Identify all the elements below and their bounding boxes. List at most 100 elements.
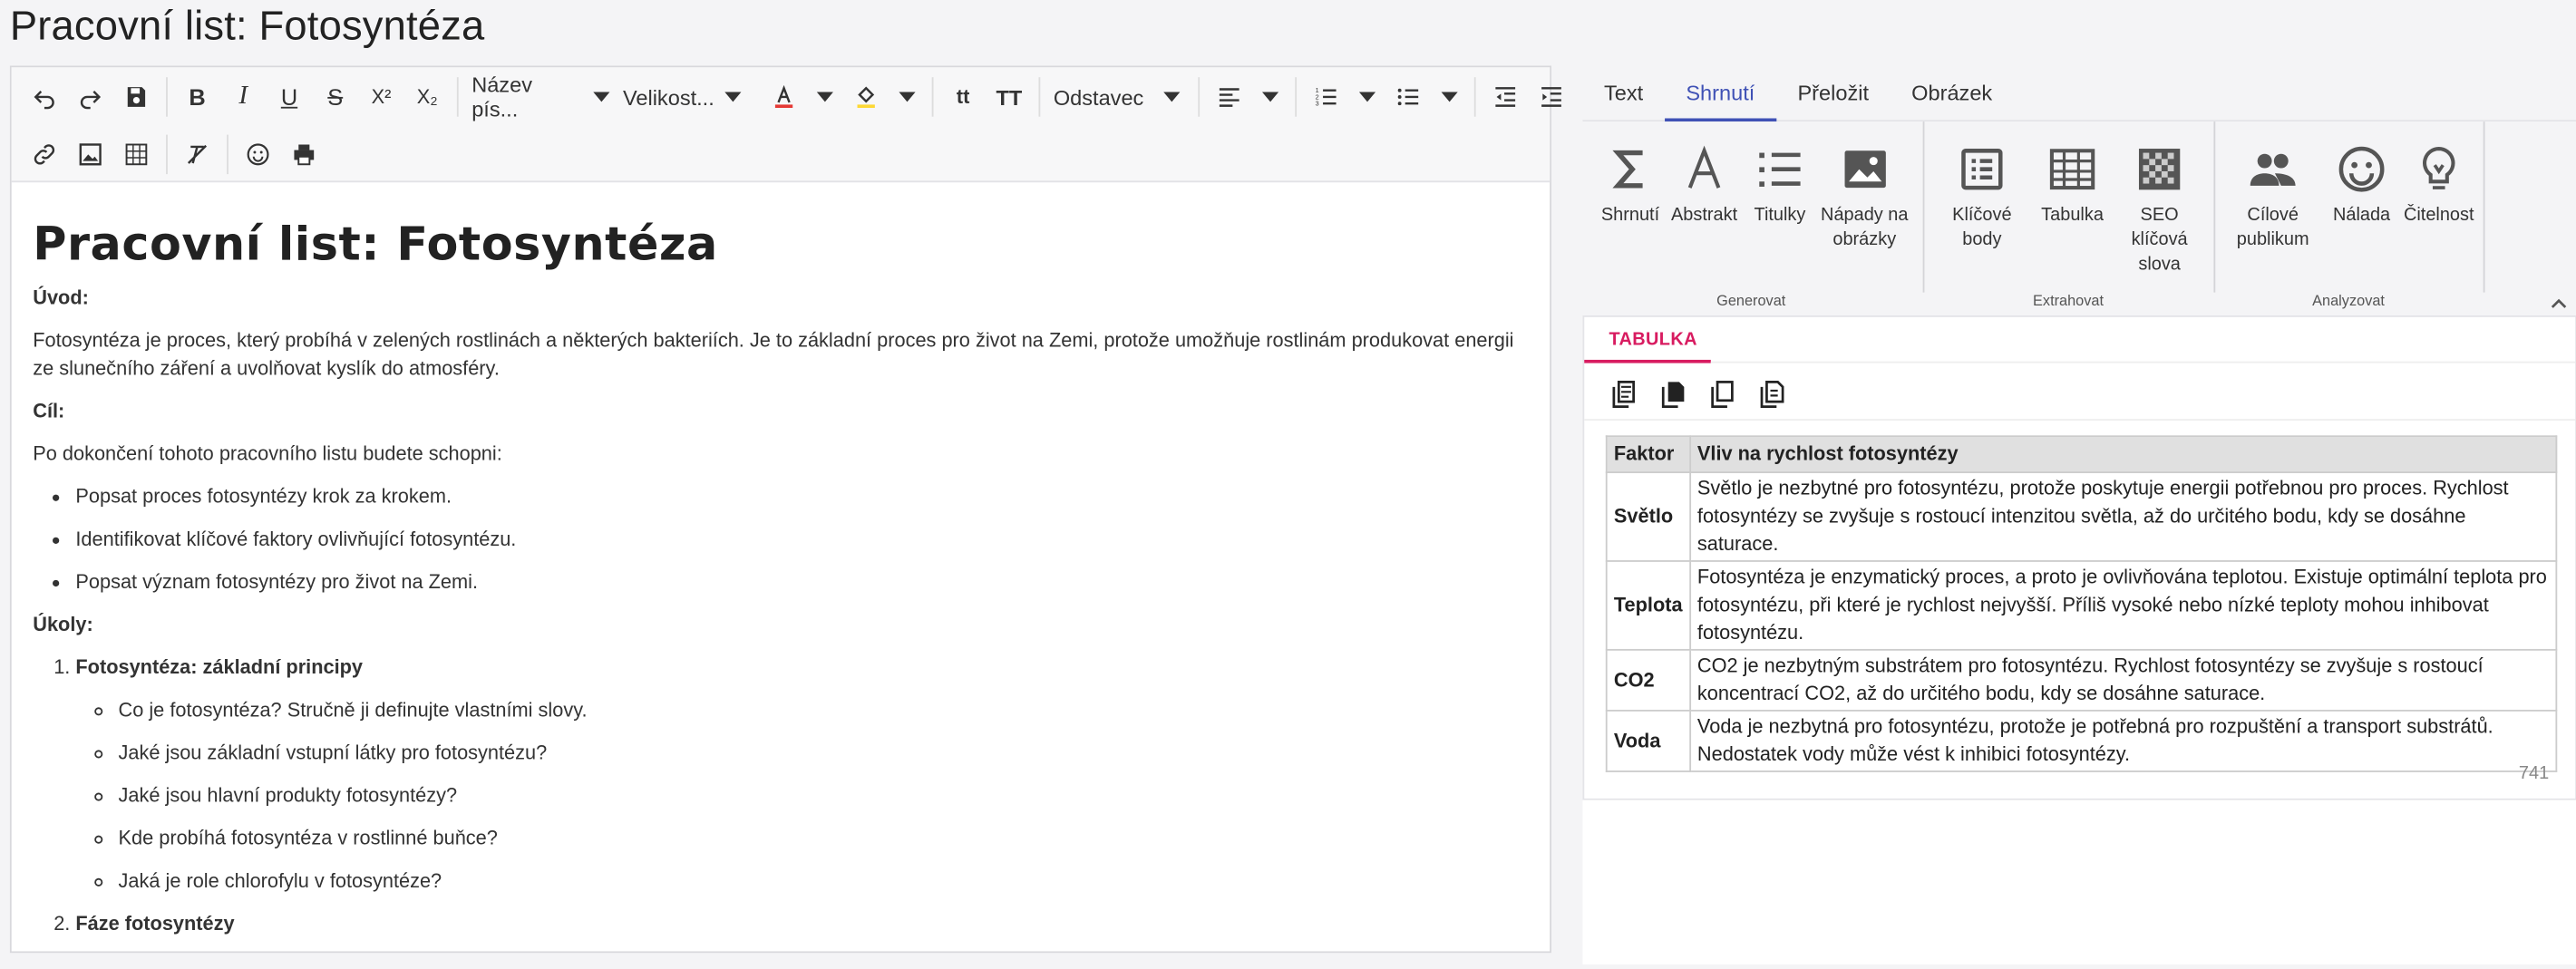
print-icon[interactable] [281, 131, 327, 178]
bold-icon[interactable]: B [174, 74, 220, 121]
mood-button[interactable]: Nálada [2326, 135, 2398, 228]
intro-label: Úvod: [33, 286, 89, 309]
highlight-color-button[interactable] [843, 74, 926, 121]
font-size-value: Velikost... [622, 84, 714, 110]
table-header-row: Faktor Vliv na rychlost fotosyntézy [1605, 435, 2558, 473]
paste-icon[interactable] [1747, 373, 1796, 415]
editor-content[interactable]: Pracovní list: Fotosyntéza Úvod: Fotosyn… [12, 182, 1550, 969]
lightbulb-icon [2401, 135, 2476, 204]
key-points-button[interactable]: Klíčové body [1936, 135, 2028, 254]
group-analyze: Cílové publikum Nálada Čitelnost Analyzo… [2217, 121, 2480, 315]
summary-button[interactable]: Shrnutí [1598, 135, 1664, 228]
link-icon[interactable] [22, 131, 68, 178]
column-header: Vliv na rychlost fotosyntézy [1688, 435, 2558, 473]
copy-html-icon[interactable] [1599, 373, 1648, 415]
image-icon[interactable] [67, 131, 113, 178]
subscript-icon[interactable]: X₂ [404, 74, 451, 121]
ordered-list-button[interactable]: 123 [1303, 74, 1385, 121]
table-label: Tabulka [2041, 205, 2104, 226]
group-generate: Shrnutí Abstrakt Titulky Nápady na obráz… [1582, 121, 1920, 315]
list-item: Co je fotosyntéza? Stručně ji definujte … [119, 697, 1529, 725]
character-count: 741 [2518, 763, 2550, 784]
superscript-icon[interactable]: X² [358, 74, 404, 121]
summary-label: Shrnutí [1600, 205, 1660, 226]
tasks-label: Úkoly: [33, 613, 93, 636]
abstract-button[interactable]: Abstrakt [1668, 135, 1741, 228]
font-name-value: Název pís... [471, 72, 532, 122]
text-color-button[interactable] [761, 74, 843, 121]
tab-image[interactable]: Obrázek [1891, 66, 2014, 121]
seo-label: SEO [2140, 205, 2179, 226]
chevron-down-icon[interactable] [899, 92, 916, 102]
audience-label: Cílové [2247, 205, 2299, 226]
ai-side-panel: Text Shrnutí Přeložit Obrázek Shrnutí Ab… [1582, 65, 2576, 964]
text-color-icon[interactable] [761, 74, 807, 121]
seo-label: slova [2138, 254, 2181, 275]
image-icon [1819, 135, 1910, 204]
chevron-down-icon[interactable] [816, 92, 833, 102]
bullet-list-icon[interactable] [1385, 74, 1432, 121]
target-audience-button[interactable]: Cílové publikum [2227, 135, 2319, 254]
seo-keywords-button[interactable]: SEO klíčová slova [2120, 135, 2199, 278]
section-tab-table[interactable]: TABULKA [1584, 317, 1711, 363]
key-points-label: body [1962, 229, 2002, 250]
result-section: TABULKA Faktor Vliv na rychlost fotosynt… [1582, 315, 2576, 800]
list-item: Popsat význam fotosyntézy pro život na Z… [75, 568, 1528, 596]
save-icon[interactable] [113, 74, 160, 121]
font-name-select[interactable]: Název pís... [465, 72, 617, 122]
sub-list: Co je fotosyntéza? Stručně ji definujte … [119, 697, 1529, 896]
clear-format-icon[interactable] [174, 131, 220, 178]
panel-empty-area [1582, 799, 2576, 964]
copy-icon[interactable] [1697, 373, 1746, 415]
bullet-list-button[interactable] [1385, 74, 1468, 121]
font-size-select[interactable]: Velikost... [617, 74, 762, 121]
document-copy-icon[interactable] [1648, 373, 1697, 415]
chevron-down-icon[interactable] [1441, 92, 1458, 102]
redo-icon[interactable] [67, 74, 113, 121]
paragraph-format-select[interactable]: Odstavec [1047, 74, 1192, 121]
underline-icon[interactable]: U [267, 74, 313, 121]
image-ideas-button[interactable]: Nápady na obrázky [1819, 135, 1910, 254]
image-ideas-label: Nápady na [1821, 205, 1909, 226]
panel-tabs: Text Shrnutí Přeložit Obrázek [1582, 65, 2576, 122]
group-extract: Klíčové body Tabulka SEO klíčová slova E… [1926, 121, 2211, 315]
align-left-icon[interactable] [1206, 74, 1252, 121]
titles-button[interactable]: Titulky [1747, 135, 1813, 228]
factor-cell: Světlo [1605, 471, 1691, 562]
chevron-down-icon[interactable] [1262, 92, 1279, 102]
group-title: Extrahovat [2033, 292, 2105, 309]
indent-icon[interactable] [1529, 74, 1575, 121]
tasks-list: Fotosyntéza: základní principy Co je fot… [75, 654, 1528, 938]
outdent-icon[interactable] [1482, 74, 1529, 121]
effect-cell: Fotosyntéza je enzymatický proces, a pro… [1688, 560, 2558, 651]
table-button[interactable]: Tabulka [2035, 135, 2110, 228]
result-tools [1599, 373, 1797, 415]
readability-label: Čitelnost [2403, 205, 2474, 226]
ribbon: Shrnutí Abstrakt Titulky Nápady na obráz… [1582, 121, 2576, 315]
table-row: Voda Voda je nezbytná pro fotosyntézu, p… [1605, 710, 2558, 772]
list-icon [1747, 135, 1813, 204]
ordered-list-icon[interactable]: 123 [1303, 74, 1349, 121]
group-title: Generovat [1716, 292, 1786, 309]
list-item: Jaké jsou základní vstupní látky pro fot… [119, 740, 1529, 768]
tab-translate[interactable]: Přeložit [1776, 66, 1891, 121]
paint-bucket-icon[interactable] [843, 74, 889, 121]
key-points-label: Klíčové [1952, 205, 2012, 226]
chevron-down-icon[interactable] [1358, 92, 1376, 102]
undo-icon[interactable] [22, 74, 68, 121]
italic-icon[interactable]: I [220, 74, 267, 121]
emoji-icon[interactable] [235, 131, 281, 178]
editor-toolbar: B I U S X² X₂ Název pís... Velikost... t… [11, 67, 1561, 183]
seo-label: klíčová [2131, 229, 2188, 250]
table-icon[interactable] [113, 131, 160, 178]
table-row: Teplota Fotosyntéza je enzymatický proce… [1605, 560, 2558, 651]
tab-text[interactable]: Text [1582, 66, 1664, 121]
text-case-icon[interactable]: TT [987, 74, 1033, 121]
strikethrough-icon[interactable]: S [312, 74, 358, 121]
readability-button[interactable]: Čitelnost [2401, 135, 2476, 228]
list-item: Jaké jsou hlavní produkty fotosyntézy? [119, 782, 1529, 810]
line-height-icon[interactable]: tt [940, 74, 987, 121]
chevron-up-icon[interactable] [2551, 296, 2567, 312]
tab-summary[interactable]: Shrnutí [1664, 66, 1776, 122]
align-button[interactable] [1206, 74, 1288, 121]
